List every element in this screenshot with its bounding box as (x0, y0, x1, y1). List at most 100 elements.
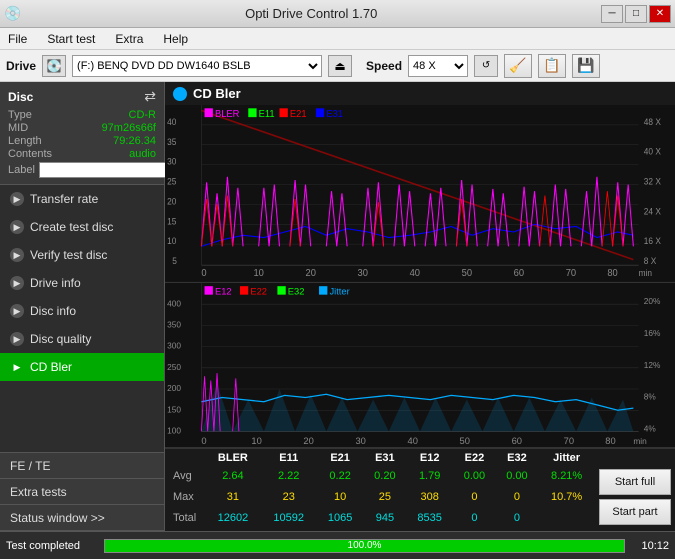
svg-text:E21: E21 (290, 109, 307, 120)
svg-text:50: 50 (460, 436, 470, 447)
sidebar-item-disc-quality[interactable]: ▶ Disc quality (0, 325, 164, 353)
sidebar-item-extra-tests[interactable]: Extra tests (0, 479, 164, 505)
svg-text:40 X: 40 X (644, 146, 661, 156)
col-e32: E32 (496, 451, 539, 465)
svg-text:300: 300 (167, 340, 181, 350)
svg-text:E22: E22 (250, 286, 267, 297)
col-btn (595, 451, 675, 465)
svg-text:min: min (639, 268, 653, 278)
drive-info-icon: ▶ (10, 276, 24, 290)
svg-text:24 X: 24 X (644, 206, 661, 216)
col-e11: E11 (261, 451, 317, 465)
avg-e12: 1.79 (406, 465, 453, 486)
svg-text:50: 50 (462, 268, 472, 279)
chart-header: CD Bler (165, 82, 675, 105)
total-e31: 945 (364, 508, 407, 529)
eject-button[interactable]: ⏏ (328, 55, 352, 77)
max-e32: 0 (496, 486, 539, 507)
start-full-button[interactable]: Start full (599, 469, 671, 495)
content-area: CD Bler (165, 82, 675, 531)
erase-button[interactable]: 🧹 (504, 54, 532, 78)
sidebar-item-fe-te-label: FE / TE (10, 459, 50, 473)
drivebar: Drive 💽 (F:) BENQ DVD DD DW1640 BSLB ⏏ S… (0, 50, 675, 82)
svg-text:15: 15 (167, 216, 176, 226)
app-icon: 💿 (4, 5, 21, 22)
svg-text:10: 10 (253, 268, 263, 279)
restore-button[interactable]: □ (625, 5, 647, 23)
svg-text:4%: 4% (644, 423, 657, 433)
col-bler: BLER (205, 451, 261, 465)
sidebar-item-fe-te[interactable]: FE / TE (0, 453, 164, 479)
cd-bler-icon: ▶ (10, 360, 24, 374)
disc-refresh-button[interactable]: ⇄ (144, 88, 156, 105)
disc-label-label: Label (8, 164, 35, 176)
speed-select[interactable]: 48 X (408, 55, 468, 77)
bottombar: Test completed 100.0% 10:12 (0, 531, 675, 559)
avg-e32: 0.00 (496, 465, 539, 486)
sidebar-item-transfer-rate[interactable]: ▶ Transfer rate (0, 185, 164, 213)
svg-text:20: 20 (306, 268, 316, 279)
total-e32: 0 (496, 508, 539, 529)
sidebar-item-cd-bler[interactable]: ▶ CD Bler (0, 353, 164, 381)
drive-select[interactable]: (F:) BENQ DVD DD DW1640 BSLB (72, 55, 322, 77)
svg-text:E32: E32 (288, 286, 305, 297)
status-text: Test completed (6, 540, 96, 552)
col-e21: E21 (317, 451, 364, 465)
disc-type-value: CD-R (129, 109, 157, 121)
menu-help[interactable]: Help (159, 30, 192, 48)
drive-icon-button[interactable]: 💽 (42, 55, 66, 77)
svg-text:20: 20 (303, 436, 313, 447)
svg-text:70: 70 (564, 436, 574, 447)
max-e11: 23 (261, 486, 317, 507)
disc-label-input[interactable] (39, 162, 173, 178)
total-e12: 8535 (406, 508, 453, 529)
disc-contents-label: Contents (8, 148, 52, 160)
start-part-button[interactable]: Start part (599, 499, 671, 525)
svg-text:200: 200 (167, 383, 181, 393)
menu-file[interactable]: File (4, 30, 31, 48)
save-button[interactable]: 💾 (572, 54, 600, 78)
menu-start-test[interactable]: Start test (43, 30, 99, 48)
col-jitter: Jitter (538, 451, 595, 465)
sidebar-item-verify-test-disc[interactable]: ▶ Verify test disc (0, 241, 164, 269)
svg-text:48 X: 48 X (644, 117, 661, 127)
refresh-button[interactable]: ↺ (474, 55, 498, 77)
disc-mid-label: MID (8, 122, 28, 134)
speed-label: Speed (366, 59, 402, 73)
status-window-label: Status window >> (10, 511, 105, 525)
status-window-button[interactable]: Status window >> (0, 505, 164, 531)
svg-text:40: 40 (410, 268, 420, 279)
svg-text:8%: 8% (644, 391, 657, 401)
drive-label: Drive (6, 59, 36, 73)
menu-extra[interactable]: Extra (111, 30, 147, 48)
svg-text:35: 35 (167, 137, 176, 147)
svg-text:min: min (633, 436, 647, 446)
progress-bar: 100.0% (104, 539, 625, 553)
disc-contents-value: audio (129, 148, 156, 160)
svg-text:10: 10 (167, 236, 176, 246)
main-area: Disc ⇄ Type CD-R MID 97m26s66f Length 79… (0, 82, 675, 531)
copy-button[interactable]: 📋 (538, 54, 566, 78)
svg-text:32 X: 32 X (644, 176, 661, 186)
svg-text:350: 350 (167, 319, 181, 329)
minimize-button[interactable]: ─ (601, 5, 623, 23)
chart-icon (173, 87, 187, 101)
sidebar-item-create-test-disc[interactable]: ▶ Create test disc (0, 213, 164, 241)
sidebar-item-disc-info[interactable]: ▶ Disc info (0, 297, 164, 325)
disc-length-value: 79:26.34 (113, 135, 156, 147)
svg-text:80: 80 (605, 436, 615, 447)
col-empty (165, 451, 205, 465)
chart2-svg: 400 350 300 250 200 150 100 20% 16% 12% … (165, 283, 675, 447)
max-bler: 31 (205, 486, 261, 507)
sidebar: Disc ⇄ Type CD-R MID 97m26s66f Length 79… (0, 82, 165, 531)
svg-text:70: 70 (566, 268, 576, 279)
stats-row-avg: Avg 2.64 2.22 0.22 0.20 1.79 0.00 0.00 8… (165, 465, 675, 486)
avg-jitter: 8.21% (538, 465, 595, 486)
disc-type-label: Type (8, 109, 32, 121)
max-e12: 308 (406, 486, 453, 507)
sidebar-item-drive-info[interactable]: ▶ Drive info (0, 269, 164, 297)
close-button[interactable]: ✕ (649, 5, 671, 23)
col-e31: E31 (364, 451, 407, 465)
total-label: Total (165, 508, 205, 529)
max-e21: 10 (317, 486, 364, 507)
